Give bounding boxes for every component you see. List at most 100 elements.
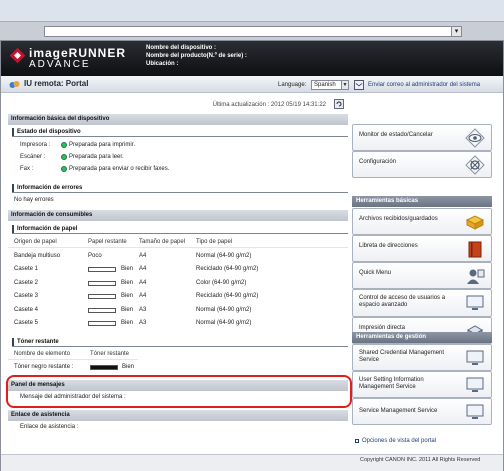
eye-icon: [465, 128, 485, 148]
mail-admin-link[interactable]: Enviar correo al administrador del siste…: [368, 82, 480, 88]
browser-toolbar: [0, 0, 504, 22]
col-header-item: Nombre de elemento: [14, 351, 71, 357]
table-row-source: Casete 1: [14, 266, 39, 272]
divider: [12, 192, 348, 193]
user-access-button[interactable]: Control de acceso de usuarios a espacio …: [352, 289, 492, 317]
toner-level-fill: [91, 366, 117, 369]
copyright-text: Copyright CANON INC. 2011 All Rights Res…: [360, 457, 481, 463]
table-row-size: A4: [139, 266, 147, 272]
scanner-status: Preparada para leer.: [69, 154, 124, 160]
user-setting-label: User Setting Information Management Serv…: [359, 377, 424, 390]
table-row-source: Casete 5: [14, 320, 39, 326]
product-name-label: Nombre del producto(N.º de serie) :: [146, 53, 247, 59]
table-row-size: A4: [139, 253, 147, 259]
quick-menu-label: Quick Menu: [359, 270, 392, 276]
paper-level-bar: [88, 321, 116, 326]
fax-label: Fax :: [20, 166, 34, 172]
table-row-type: Color (64-90 g/m2): [196, 280, 247, 286]
service-management-label: Service Management Service: [359, 408, 438, 414]
service-management-button[interactable]: Service Management Service: [352, 398, 492, 425]
monitor-icon: [466, 377, 484, 392]
table-row-type: Normal (64-90 g/m2): [196, 307, 252, 313]
paper-level-bar: [88, 267, 116, 272]
language-label: Language:: [278, 82, 307, 88]
quick-menu-button[interactable]: Quick Menu: [352, 262, 492, 289]
divider: [12, 136, 348, 137]
scanner-label: Escáner :: [20, 154, 46, 160]
refresh-icon[interactable]: [334, 99, 344, 109]
table-row-source: Casete 4: [14, 307, 39, 313]
col-header-type: Tipo de papel: [196, 239, 233, 245]
address-book-button[interactable]: Libreta de direcciones: [352, 235, 492, 262]
address-combobox[interactable]: [44, 26, 462, 37]
received-files-label: Archivos recibidos/guardados: [359, 216, 438, 222]
mail-icon[interactable]: [354, 80, 364, 90]
received-files-button[interactable]: Archivos recibidos/guardados: [352, 208, 492, 235]
table-row-remaining: Bien: [121, 280, 134, 286]
table-row-remaining: Bien: [121, 293, 134, 299]
settings-button[interactable]: Configuración: [352, 151, 492, 178]
basic-tools-header: Herramientas básicas: [352, 196, 492, 207]
col-header-source: Origen de papel: [14, 239, 57, 245]
support-link-label[interactable]: Enlace de asistencia :: [20, 424, 78, 430]
table-row-remaining: Bien: [121, 307, 134, 313]
status-ok-icon: [61, 166, 67, 172]
user-setting-button[interactable]: User Setting Information Management Serv…: [352, 371, 492, 398]
status-ok-icon: [61, 142, 67, 148]
combobox-dropdown-button[interactable]: ▾: [451, 26, 462, 37]
user-access-label: Control de acceso de usuarios a espacio …: [359, 295, 446, 308]
portal-icon: [9, 81, 20, 88]
page-title: IU remota: Portal: [24, 79, 89, 88]
highlight-outline: [6, 375, 352, 408]
consumables-header: Información de consumibles: [8, 210, 348, 221]
toner-level-bar: [90, 365, 118, 370]
table-divider: [8, 247, 348, 248]
view-options-link[interactable]: Opciones de vista del portal: [362, 438, 436, 444]
status-monitor-button[interactable]: Monitor de estado/Cancelar: [352, 124, 492, 151]
basic-info-header: Información básica del dispositivo: [8, 114, 348, 125]
table-row-type: Reciclado (64-90 g/m2): [196, 293, 259, 299]
table-row-source: Bandeja multiuso: [14, 253, 61, 259]
device-name-label: Nombre del dispositivo :: [146, 45, 217, 51]
table-row-size: A4: [139, 280, 147, 286]
address-book-icon: [468, 241, 482, 258]
gear-icon: [465, 155, 485, 175]
monitor-icon: [466, 404, 484, 419]
table-row-type: Reciclado (64-90 g/m2): [196, 266, 259, 272]
monitor-icon: [466, 295, 484, 310]
logo-text-line1: imageRUNNER: [29, 46, 127, 60]
col-header-remaining: Papel restante: [88, 239, 127, 245]
settings-label: Configuración: [359, 159, 397, 165]
paper-info-header: Información de papel: [12, 225, 77, 233]
fax-status: Preparada para enviar o recibir faxes.: [69, 166, 170, 172]
paper-level-bar: [88, 308, 116, 313]
folder-icon: [465, 215, 485, 230]
table-row-remaining: Poco: [88, 253, 102, 259]
col-header-size: Tamaño de papel: [139, 239, 186, 245]
paper-level-bar: [88, 281, 116, 286]
table-divider: [8, 359, 138, 360]
user-icon: [467, 269, 485, 284]
last-update-text: Última actualización : 2012 05/19 14:31:…: [212, 102, 326, 108]
printer-status: Preparada para imprimir.: [69, 142, 136, 148]
paper-level-bar: [88, 294, 116, 299]
table-row-size: A4: [139, 293, 147, 299]
address-book-label: Libreta de direcciones: [359, 243, 418, 249]
direct-print-label: Impresión directa: [359, 325, 406, 331]
logo-text-line2: ADVANCE: [29, 59, 91, 70]
col-header-toner: Tóner restante: [90, 351, 130, 357]
shared-credential-label: Shared Credential Management Service: [359, 350, 445, 363]
device-status-header: Estado del dispositivo: [12, 128, 81, 136]
printer-label: Impresora :: [20, 142, 51, 148]
support-header: Enlace de asistencia: [8, 410, 348, 421]
toner-row-status: Bien: [122, 364, 135, 370]
table-row-size: A3: [139, 307, 147, 313]
divider: [12, 346, 348, 347]
toner-header: Tóner restante: [12, 338, 59, 346]
no-errors-text: No hay errores: [14, 197, 54, 203]
bullet-icon: [355, 439, 359, 443]
table-row-source: Casete 3: [14, 293, 39, 299]
table-row-size: A3: [139, 320, 147, 326]
shared-credential-button[interactable]: Shared Credential Management Service: [352, 344, 492, 371]
chevron-down-icon[interactable]: ▼: [341, 80, 349, 90]
